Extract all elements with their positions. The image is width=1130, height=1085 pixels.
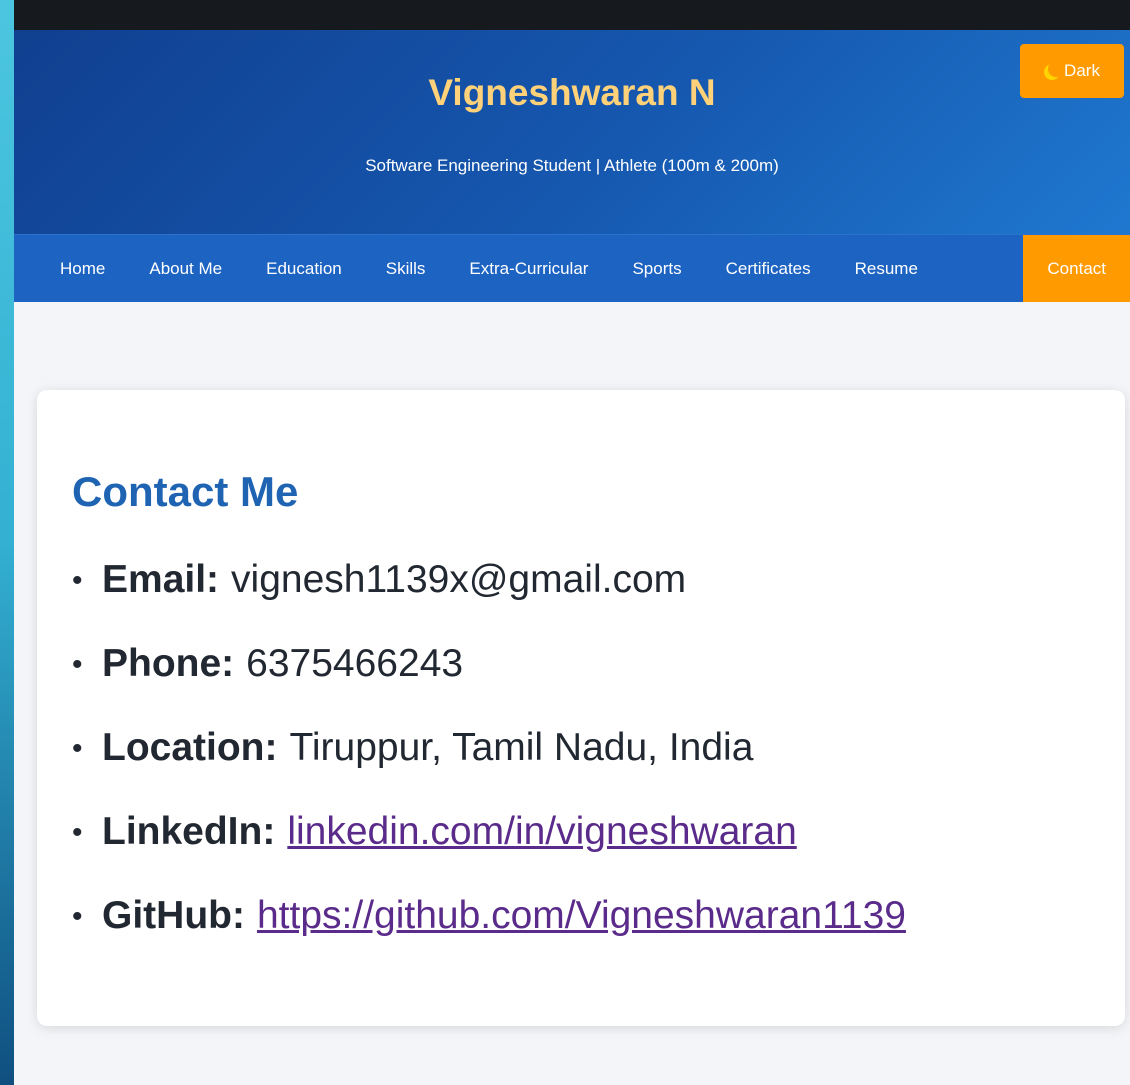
- desktop-background-strip: [0, 0, 14, 1085]
- bullet-icon: •: [72, 816, 83, 849]
- github-link[interactable]: https://github.com/Vigneshwaran1139: [257, 894, 906, 938]
- bullet-icon: •: [72, 732, 83, 765]
- nav-item-certificates[interactable]: Certificates: [704, 235, 833, 302]
- bullet-icon: •: [72, 900, 83, 933]
- nav-item-home[interactable]: Home: [38, 235, 127, 302]
- contact-label: LinkedIn:: [102, 810, 276, 853]
- contact-label: Location:: [102, 726, 278, 769]
- phone-value: 6375466243: [246, 642, 464, 685]
- dark-mode-toggle-button[interactable]: Dark: [1020, 44, 1124, 98]
- dark-mode-toggle-label: Dark: [1064, 61, 1100, 80]
- nav-item-contact[interactable]: Contact: [1023, 235, 1130, 302]
- contact-item-email: • Email: vignesh1139x@gmail.com: [72, 558, 906, 642]
- contact-title: Contact Me: [72, 468, 299, 515]
- nav-item-skills[interactable]: Skills: [364, 235, 448, 302]
- nav-item-extra-curricular[interactable]: Extra-Curricular: [447, 235, 610, 302]
- bullet-icon: •: [72, 564, 83, 597]
- email-value: vignesh1139x@gmail.com: [231, 558, 687, 601]
- nav-item-education[interactable]: Education: [244, 235, 364, 302]
- site-subtitle: Software Engineering Student | Athlete (…: [365, 156, 779, 175]
- contact-item-location: • Location: Tiruppur, Tamil Nadu, India: [72, 726, 906, 810]
- nav-item-about-me[interactable]: About Me: [127, 235, 244, 302]
- contact-item-github: • GitHub: https://github.com/Vigneshwara…: [72, 894, 906, 978]
- contact-item-phone: • Phone: 6375466243: [72, 642, 906, 726]
- contact-card: Contact Me • Email: vignesh1139x@gmail.c…: [37, 390, 1125, 1026]
- main-navigation: Home About Me Education Skills Extra-Cur…: [14, 234, 1130, 302]
- moon-icon: [1048, 61, 1064, 77]
- bullet-icon: •: [72, 648, 83, 681]
- location-value: Tiruppur, Tamil Nadu, India: [289, 726, 754, 769]
- contact-list: • Email: vignesh1139x@gmail.com • Phone:…: [72, 558, 906, 978]
- site-header: Vigneshwaran N Software Engineering Stud…: [14, 30, 1130, 234]
- contact-label: GitHub:: [102, 894, 245, 937]
- contact-label: Phone:: [102, 642, 235, 685]
- contact-item-linkedin: • LinkedIn: linkedin.com/in/vigneshwaran: [72, 810, 906, 894]
- nav-item-sports[interactable]: Sports: [610, 235, 703, 302]
- page-viewport: Vigneshwaran N Software Engineering Stud…: [14, 30, 1130, 1085]
- browser-top-bar: [14, 0, 1130, 30]
- contact-label: Email:: [102, 558, 220, 601]
- nav-item-resume[interactable]: Resume: [833, 235, 940, 302]
- linkedin-link[interactable]: linkedin.com/in/vigneshwaran: [287, 810, 796, 854]
- site-title: Vigneshwaran N: [428, 72, 716, 113]
